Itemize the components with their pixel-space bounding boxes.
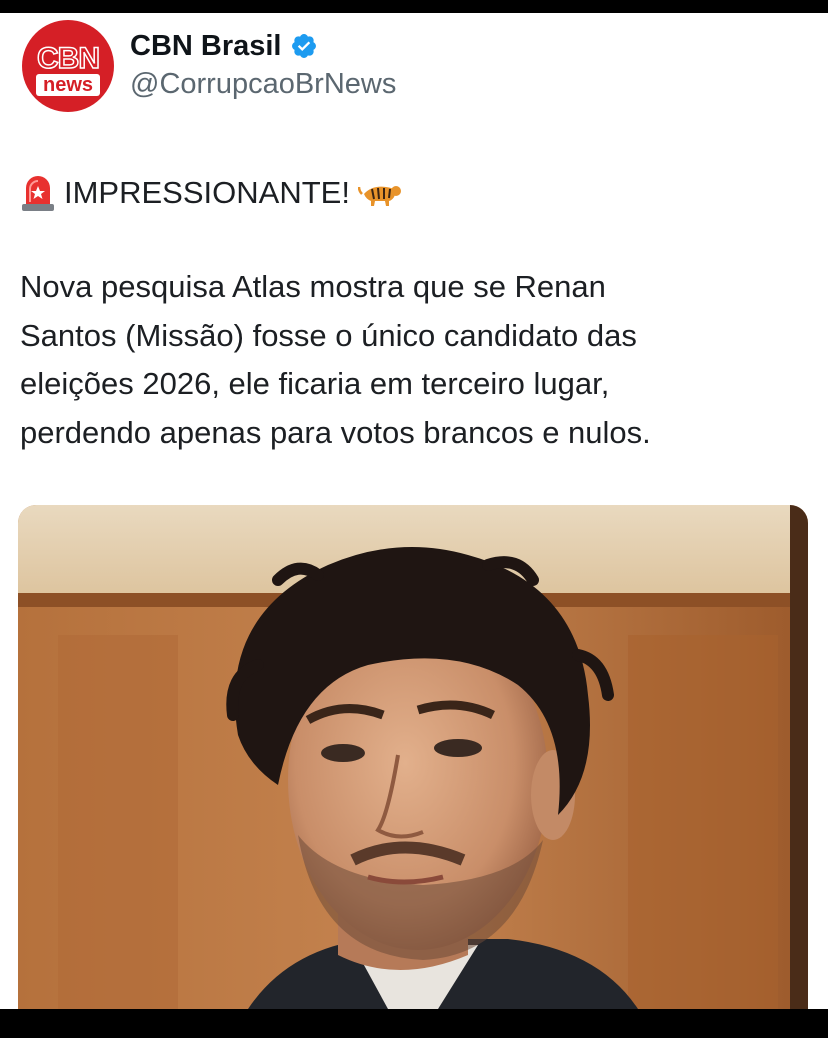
post-body-line: eleições 2026, ele ficaria em terceiro l… xyxy=(20,366,610,401)
post-body-line: Nova pesquisa Atlas mostra que se Renan xyxy=(20,269,606,304)
account-avatar[interactable]: CBN news xyxy=(22,20,114,112)
portrait-photo-icon xyxy=(18,505,808,1009)
post-photo[interactable] xyxy=(18,505,808,1009)
name-row: CBN Brasil xyxy=(130,28,318,64)
post-body-line: perdendo apenas para votos brancos e nul… xyxy=(20,414,651,450)
post-header: CBN news CBN Brasil @CorrupcaoBrNews xyxy=(22,20,802,116)
top-black-bar xyxy=(0,0,828,13)
account-handle[interactable]: @CorrupcaoBrNews xyxy=(130,68,396,101)
avatar-logo-news: news xyxy=(36,74,100,96)
headline-text: IMPRESSIONANTE! xyxy=(64,175,350,210)
post-headline: IMPRESSIONANTE! xyxy=(20,170,810,215)
display-name[interactable]: CBN Brasil xyxy=(130,30,282,63)
siren-icon xyxy=(22,175,54,211)
post-body: Nova pesquisa Atlas mostra que se Renan … xyxy=(20,264,810,458)
verified-badge-icon xyxy=(291,34,316,58)
tiger-icon xyxy=(357,185,401,206)
avatar-logo-cbn: CBN xyxy=(36,41,101,76)
bottom-black-bar xyxy=(0,1009,828,1038)
post-body-line: Santos (Missão) fosse o único candidato … xyxy=(20,317,637,353)
